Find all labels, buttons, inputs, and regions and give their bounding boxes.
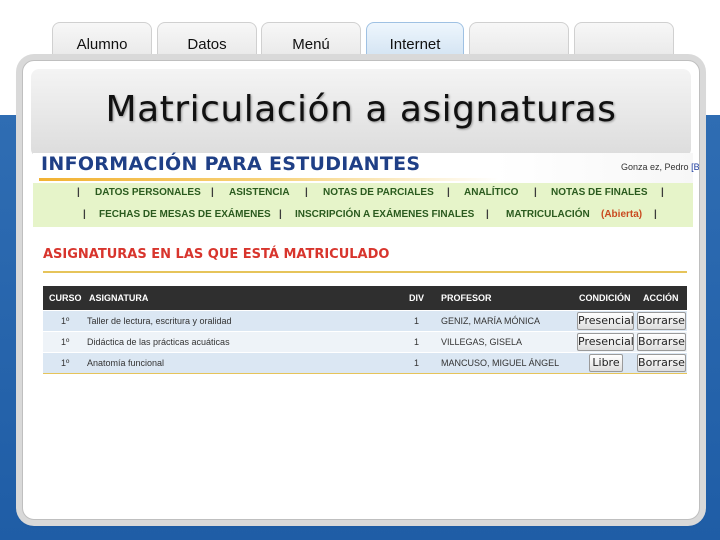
cell-asignatura: Anatomía funcional: [87, 358, 165, 368]
cell-profesor: VILLEGAS, GISELA: [441, 337, 523, 347]
nav-separator: |: [534, 187, 537, 198]
slide-frame: Matriculación a asignaturas INFORMACIÓN …: [22, 60, 700, 520]
col-curso: CURSO: [49, 293, 82, 303]
slide-title: Matriculación a asignaturas: [105, 89, 617, 130]
table-row: 1º Anatomía funcional 1 MANCUSO, MIGUEL …: [43, 353, 687, 373]
cell-div: 1: [414, 316, 420, 326]
condicion-presencial-button[interactable]: Presencial: [577, 333, 634, 351]
site-header: INFORMACIÓN PARA ESTUDIANTES Gonza ez, P…: [33, 153, 699, 183]
nav-datos-personales[interactable]: DATOS PERSONALES: [95, 187, 201, 198]
section-title: ASIGNATURAS EN LAS QUE ESTÁ MATRICULADO: [43, 247, 390, 262]
slide-title-bar: Matriculación a asignaturas: [31, 69, 691, 157]
cell-curso: 1º: [61, 358, 70, 368]
condicion-presencial-button[interactable]: Presencial: [577, 312, 634, 330]
borrarse-button[interactable]: Borrarse: [637, 354, 686, 372]
nav-asistencia[interactable]: ASISTENCIA: [229, 187, 290, 198]
nav-fechas-mesas[interactable]: FECHAS DE MESAS DE EXÁMENES: [99, 209, 271, 220]
nav-separator: |: [486, 209, 489, 220]
condicion-libre-button[interactable]: Libre: [589, 354, 623, 372]
col-asignatura: ASIGNATURA: [89, 293, 149, 303]
table-header: CURSO ASIGNATURA DIV PROFESOR CONDICIÓN …: [43, 286, 687, 310]
cell-curso: 1º: [61, 316, 70, 326]
table-row: 1º Didáctica de las prácticas acuáticas …: [43, 332, 687, 352]
col-profesor: PROFESOR: [441, 293, 492, 303]
nav-separator: |: [305, 187, 308, 198]
cell-asignatura: Didáctica de las prácticas acuáticas: [87, 337, 230, 347]
cell-div: 1: [414, 337, 420, 347]
cell-profesor: MANCUSO, MIGUEL ÁNGEL: [441, 358, 560, 368]
nav-matriculacion[interactable]: MATRICULACIÓN: [506, 209, 590, 220]
borrarse-button[interactable]: Borrarse: [637, 312, 686, 330]
nav-separator: |: [279, 209, 282, 220]
user-name: Gonza ez, Pedro: [621, 162, 689, 172]
section-divider: [43, 271, 687, 273]
col-accion: ACCIÓN: [643, 293, 679, 303]
nav-separator: |: [447, 187, 450, 198]
col-condicion: CONDICIÓN: [579, 293, 631, 303]
cell-curso: 1º: [61, 337, 70, 347]
nav-inscripcion-examenes[interactable]: INSCRIPCIÓN A EXÁMENES FINALES: [295, 209, 474, 220]
user-link[interactable]: [BA: [691, 162, 699, 172]
site-title: INFORMACIÓN PARA ESTUDIANTES: [41, 153, 421, 175]
table-bottom-divider: [43, 373, 687, 374]
nav-row-1: | DATOS PERSONALES | ASISTENCIA | NOTAS …: [33, 183, 693, 203]
nav-notas-finales[interactable]: NOTAS DE FINALES: [551, 187, 647, 198]
nav-separator: |: [77, 187, 80, 198]
borrarse-button[interactable]: Borrarse: [637, 333, 686, 351]
nav-separator: |: [211, 187, 214, 198]
site-title-underline: [39, 178, 499, 181]
nav-row-2: | FECHAS DE MESAS DE EXÁMENES | INSCRIPC…: [33, 205, 693, 225]
cell-profesor: GENIZ, MARÍA MÓNICA: [441, 316, 541, 326]
nav-separator: |: [661, 187, 664, 198]
user-info: Gonza ez, Pedro [BA: [621, 162, 699, 172]
table-row: 1º Taller de lectura, escritura y oralid…: [43, 311, 687, 331]
nav-analitico[interactable]: ANALÍTICO: [464, 187, 518, 198]
col-div: DIV: [409, 293, 425, 303]
nav-matriculacion-status: (Abierta): [601, 209, 643, 220]
nav-separator: |: [654, 209, 657, 220]
cell-asignatura: Taller de lectura, escritura y oralidad: [87, 316, 232, 326]
cell-div: 1: [414, 358, 420, 368]
nav-notas-parciales[interactable]: NOTAS DE PARCIALES: [323, 187, 434, 198]
nav-separator: |: [83, 209, 86, 220]
